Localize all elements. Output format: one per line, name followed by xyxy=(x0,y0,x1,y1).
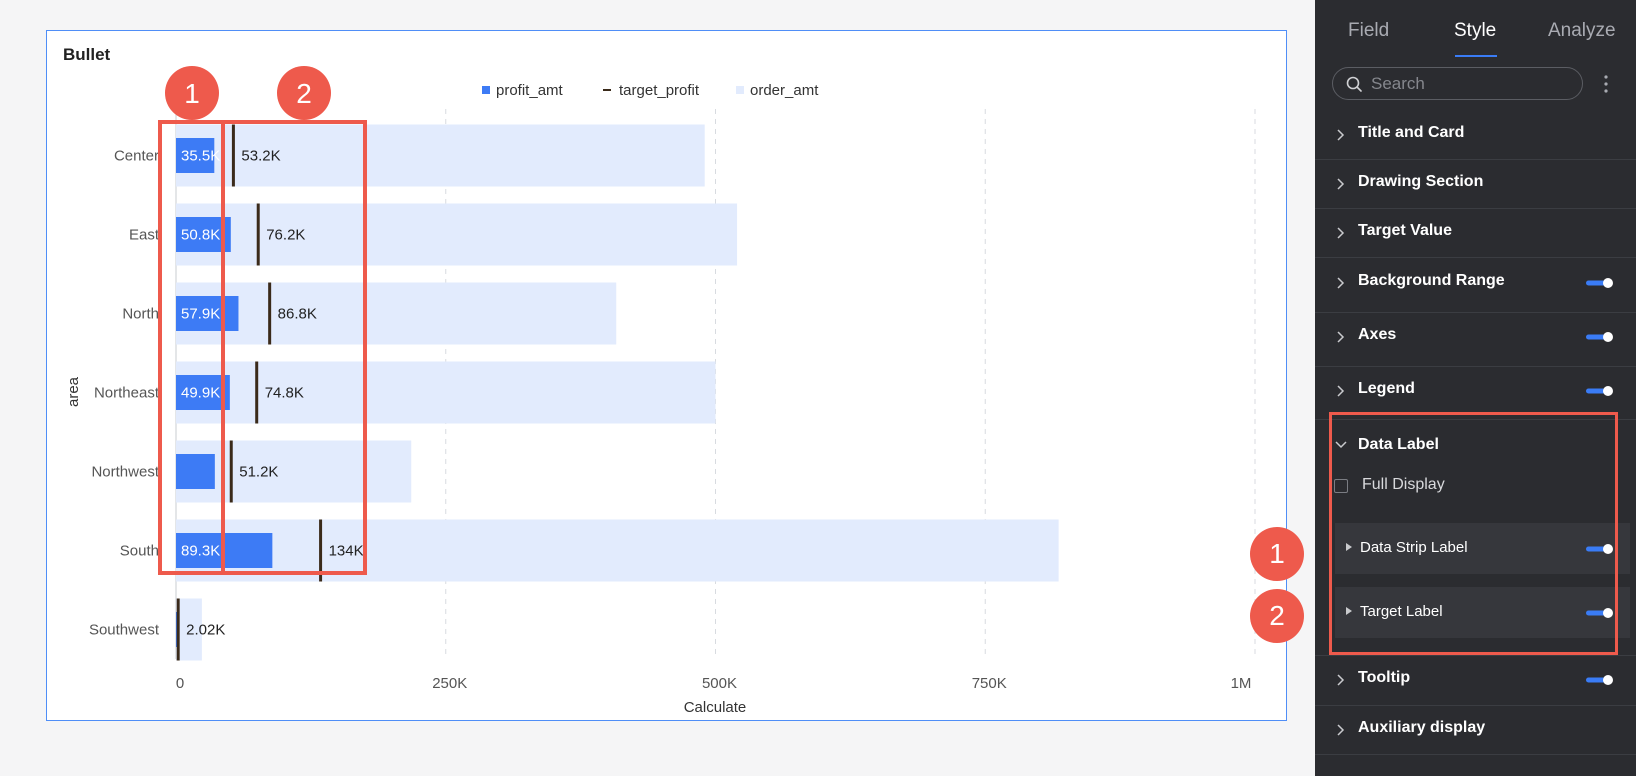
y-tick-label: Southwest xyxy=(89,622,160,639)
y-axis-label: area xyxy=(65,376,82,407)
chevron-right-icon xyxy=(1337,331,1345,343)
y-tick-label: Northwest xyxy=(91,464,159,481)
target-data-label: 2.02K xyxy=(186,622,225,639)
section-label: Axes xyxy=(1358,326,1397,343)
y-tick-label: South xyxy=(120,543,159,560)
panel-tabs: Field Style Analyze xyxy=(1315,0,1636,60)
chevron-right-icon xyxy=(1337,178,1345,190)
section-tooltip[interactable]: Tooltip xyxy=(1315,656,1636,706)
section-target-value[interactable]: Target Value xyxy=(1315,209,1636,258)
axes-toggle[interactable] xyxy=(1586,331,1614,343)
tooltip-toggle[interactable] xyxy=(1586,674,1614,686)
bullet-chart: 0 250K 500K 750K 1M Calculate area profit_amt ta… xyxy=(65,66,1256,716)
data-label-highlight-box xyxy=(1329,412,1618,655)
section-axes[interactable]: Axes xyxy=(1315,313,1636,367)
annotation-badge-1: 1 xyxy=(1250,527,1304,581)
target-data-label: 86.8K xyxy=(278,306,317,323)
section-label: Legend xyxy=(1358,380,1415,397)
order-bar xyxy=(176,282,617,345)
section-title-and-card[interactable]: Title and Card xyxy=(1315,111,1636,160)
legend-label: target_profit xyxy=(619,82,700,99)
target-data-label: 134K xyxy=(329,543,364,560)
section-drawing-section[interactable]: Drawing Section xyxy=(1315,160,1636,209)
profit-data-label: 49.9K xyxy=(181,385,220,402)
profit-data-label: 89.3K xyxy=(181,543,220,560)
profit-bar xyxy=(176,454,215,489)
x-axis-label: Calculate xyxy=(684,699,747,716)
more-options-icon[interactable] xyxy=(1599,70,1613,98)
section-label: Drawing Section xyxy=(1358,173,1484,190)
x-tick-label: 500K xyxy=(702,675,737,692)
target-data-label: 51.2K xyxy=(239,464,278,481)
x-tick-label: 750K xyxy=(972,675,1007,692)
section-label: Target Value xyxy=(1358,222,1452,239)
section-label: Tooltip xyxy=(1358,669,1411,686)
section-auxiliary-display[interactable]: Auxiliary display xyxy=(1315,706,1636,755)
annotation-badge-2: 2 xyxy=(1250,589,1304,643)
annotation-badge-label: 1 xyxy=(184,78,200,109)
search-box[interactable] xyxy=(1332,67,1583,100)
profit-data-label: 50.8K xyxy=(181,227,220,244)
legend-swatch xyxy=(736,86,744,94)
x-tick-label: 250K xyxy=(432,675,467,692)
annotation-badge-label: 2 xyxy=(296,78,312,109)
section-label: Title and Card xyxy=(1358,124,1465,141)
chevron-right-icon xyxy=(1337,385,1345,397)
background-range-toggle[interactable] xyxy=(1586,277,1614,289)
section-background-range[interactable]: Background Range xyxy=(1315,259,1636,313)
highlight-box-2 xyxy=(221,120,367,575)
legend-toggle[interactable] xyxy=(1586,385,1614,397)
order-bar xyxy=(176,203,738,266)
target-data-label: 74.8K xyxy=(265,385,304,402)
tab-active-indicator xyxy=(1455,55,1497,57)
style-panel: Field Style Analyze Title and Card Drawi… xyxy=(1315,0,1636,776)
x-tick-label: 1M xyxy=(1231,675,1252,692)
chevron-right-icon xyxy=(1337,227,1345,239)
chevron-right-icon xyxy=(1337,129,1345,141)
target-data-label: 53.2K xyxy=(241,148,280,165)
profit-data-label: 57.9K xyxy=(181,306,220,323)
chevron-right-icon xyxy=(1337,277,1345,289)
y-tick-label: East xyxy=(129,227,160,244)
highlight-box-1 xyxy=(158,120,225,575)
chevron-right-icon xyxy=(1337,724,1345,736)
chevron-right-icon xyxy=(1337,674,1345,686)
tab-analyze[interactable]: Analyze xyxy=(1548,20,1616,42)
y-tick-label: Northeast xyxy=(94,385,160,402)
target-data-label: 76.2K xyxy=(266,227,305,244)
search-icon xyxy=(1346,76,1362,92)
y-tick-label: Center xyxy=(114,148,159,165)
section-label: Background Range xyxy=(1358,272,1505,289)
profit-data-label: 35.5K xyxy=(181,148,220,165)
legend-swatch xyxy=(482,86,490,94)
legend-label: order_amt xyxy=(750,82,819,99)
x-tick-label: 0 xyxy=(176,675,184,692)
section-label: Auxiliary display xyxy=(1358,719,1486,736)
tab-field[interactable]: Field xyxy=(1348,20,1389,42)
chart-card: Bullet 0 250K 500K 750K 1M Calculate area profi… xyxy=(46,30,1287,721)
tab-style[interactable]: Style xyxy=(1454,20,1496,42)
legend-label: profit_amt xyxy=(496,82,564,99)
search-input[interactable] xyxy=(1371,73,1571,95)
y-tick-label: North xyxy=(122,306,159,323)
